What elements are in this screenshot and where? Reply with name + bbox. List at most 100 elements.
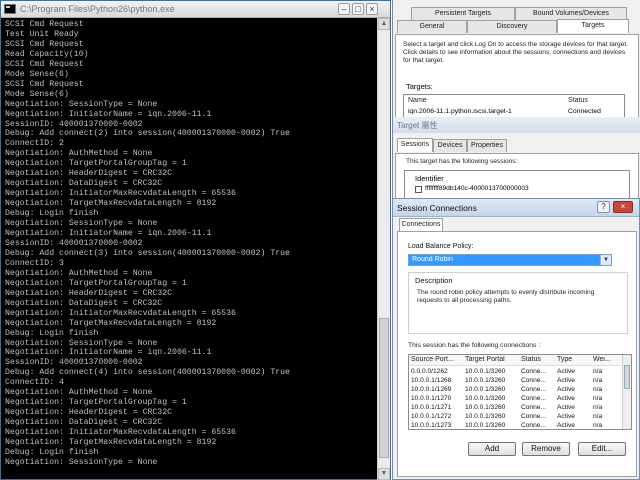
console-title: C:\Program Files\Python26\python.exe: [20, 4, 175, 14]
weight-cell: n/a: [593, 422, 603, 429]
type-cell: Active: [557, 377, 575, 384]
column-type[interactable]: Type: [557, 356, 583, 363]
initiator-properties-window: Persistent Targets Bound Volumes/Devices…: [392, 0, 640, 128]
target-portal-cell: 10.0.0.1/3260: [465, 386, 506, 393]
console-line: Negotiation: InitiatorName = iqn.2006-11…: [5, 229, 212, 239]
close-button[interactable]: ×: [366, 3, 378, 15]
load-balance-select[interactable]: Round Robin ▼: [408, 254, 612, 266]
source-portal-cell: 10.0.0.1/1272: [411, 413, 452, 420]
tab-devices[interactable]: Devices: [433, 139, 467, 152]
minimize-button[interactable]: –: [338, 3, 350, 15]
console-line: Negotiation: DataDigest = CRC32C: [5, 418, 163, 428]
edit-button[interactable]: Edit...: [578, 442, 626, 456]
console-line: Negotiation: InitiatorMaxRecvdataLength …: [5, 428, 236, 438]
source-portal-cell: 10.0.0.1/1273: [411, 422, 452, 429]
console-line: SessionID: 400001370000-0002: [5, 238, 143, 248]
console-line: Negotiation: InitiatorName = iqn.2006-11…: [5, 109, 212, 119]
weight-cell: n/a: [593, 404, 603, 411]
session-titlebar[interactable]: Session Connections ? ×: [393, 199, 639, 217]
weight-cell: n/a: [593, 386, 603, 393]
tab-persistent-targets[interactable]: Persistent Targets: [411, 7, 515, 20]
weight-cell: n/a: [593, 377, 603, 384]
remove-button[interactable]: Remove: [522, 442, 570, 456]
console-line: Negotiation: HeaderDigest = CRC32C: [5, 288, 173, 298]
target-portal-cell: 10.0.0.1/3260: [465, 368, 506, 375]
console-line: SCSI Cmd Request: [5, 59, 84, 69]
table-row[interactable]: 0.0.0.0/1262 10.0.0.1/3260 Conne... Active n…: [409, 367, 623, 376]
weight-cell: n/a: [593, 368, 603, 375]
console-line: SCSI Cmd Request: [5, 39, 84, 49]
tab-discovery[interactable]: Discovery: [467, 20, 557, 33]
target-portal-cell: 10.0.0.1/3260: [465, 404, 506, 411]
console-line: Negotiation: SessionType = None: [5, 338, 158, 348]
source-portal-cell: 10.0.0.1/1268: [411, 377, 452, 384]
column-status[interactable]: Status: [521, 356, 551, 363]
console-line: Debug: Add connect(3) into session(40000…: [5, 248, 290, 258]
load-balance-label: Load Balance Policy:: [408, 243, 474, 250]
tab-properties[interactable]: Properties: [467, 139, 507, 152]
session-connections-window: Session Connections ? × Connections Load…: [392, 198, 640, 480]
table-row[interactable]: 10.0.0.1/1273 10.0.0.1/3260 Conne... Active…: [409, 421, 623, 429]
target-name[interactable]: iqn.2006-11.1.python.iscsi.target-1: [408, 108, 512, 115]
add-button[interactable]: Add: [468, 442, 516, 456]
console-line: Negotiation: AuthMethod = None: [5, 388, 153, 398]
target-properties-titlebar[interactable]: Target 屬性: [393, 117, 640, 133]
status-cell: Conne...: [521, 422, 546, 429]
column-weight[interactable]: Wei...: [593, 356, 621, 363]
connections-table[interactable]: Source Port... Target Portal Status Type…: [408, 354, 632, 430]
tab-sessions[interactable]: Sessions: [397, 138, 433, 152]
scroll-thumb[interactable]: [379, 318, 389, 458]
column-status[interactable]: Status: [568, 97, 588, 104]
identifier-value[interactable]: ffffffff89db140c-4000013700000003: [425, 185, 529, 192]
session-checkbox[interactable]: [415, 186, 422, 193]
tab-connections[interactable]: Connections: [399, 218, 443, 232]
console-line: Debug: Add connect(2) into session(40000…: [5, 129, 290, 139]
maximize-button[interactable]: □: [352, 3, 364, 15]
console-line: Negotiation: HeaderDigest = CRC32C: [5, 169, 173, 179]
console-line: Negotiation: AuthMethod = None: [5, 149, 153, 159]
help-button[interactable]: ?: [597, 201, 610, 213]
target-portal-cell: 10.0.0.1/3260: [465, 395, 506, 402]
console-line: Negotiation: AuthMethod = None: [5, 268, 153, 278]
chevron-down-icon[interactable]: ▼: [600, 255, 611, 265]
scroll-thumb[interactable]: [624, 365, 630, 389]
sessions-text: This target has the following sessions:: [406, 158, 518, 165]
console-line: Mode Sense(6): [5, 89, 69, 99]
console-line: Mode Sense(6): [5, 69, 69, 79]
console-line: Debug: Login finish: [5, 447, 99, 457]
console-line: Negotiation: InitiatorName = iqn.2006-11…: [5, 348, 212, 358]
scroll-up-icon[interactable]: ▲: [378, 18, 390, 30]
column-source-portal[interactable]: Source Port...: [411, 356, 461, 363]
console-line: Negotiation: DataDigest = CRC32C: [5, 179, 163, 189]
session-close-button[interactable]: ×: [613, 201, 633, 213]
status-cell: Conne...: [521, 413, 546, 420]
targets-label: Targets:: [406, 82, 433, 91]
identifier-header[interactable]: Identifier: [415, 174, 444, 183]
console-line: Negotiation: SessionType = None: [5, 219, 158, 229]
column-name[interactable]: Name: [408, 97, 427, 104]
column-target-portal[interactable]: Target Portal: [465, 356, 517, 363]
target-portal-cell: 10.0.0.1/3260: [465, 377, 506, 384]
connections-header: Source Port... Target Portal Status Type…: [409, 355, 623, 366]
console-output: SCSI Cmd Request Test Unit Ready SCSI Cmd …: [5, 20, 377, 476]
table-row[interactable]: 10.0.0.1/1268 10.0.0.1/3260 Conne... Active…: [409, 376, 623, 385]
type-cell: Active: [557, 368, 575, 375]
load-balance-value: Round Robin: [412, 256, 453, 263]
console-titlebar[interactable]: C:\Program Files\Python26\python.exe – □…: [1, 1, 390, 18]
table-row[interactable]: 10.0.0.1/1272 10.0.0.1/3260 Conne... Active…: [409, 412, 623, 421]
source-portal-cell: 10.0.0.1/1271: [411, 404, 452, 411]
table-row[interactable]: 10.0.0.1/1270 10.0.0.1/3260 Conne... Active…: [409, 394, 623, 403]
tab-general[interactable]: General: [397, 20, 467, 33]
tab-targets[interactable]: Targets: [557, 19, 629, 33]
targets-instructions: Select a target and click Log On to acce…: [403, 41, 629, 64]
console-line: Negotiation: TargetPortalGroupTag = 1: [5, 278, 187, 288]
table-row[interactable]: 10.0.0.1/1271 10.0.0.1/3260 Conne... Active…: [409, 403, 623, 412]
console-scrollbar[interactable]: ▲ ▼: [377, 18, 390, 480]
scroll-down-icon[interactable]: ▼: [378, 468, 390, 480]
table-row[interactable]: 10.0.0.1/1269 10.0.0.1/3260 Conne... Active…: [409, 385, 623, 394]
status-cell: Conne...: [521, 377, 546, 384]
session-title: Session Connections: [397, 203, 477, 213]
console-line: Debug: Login finish: [5, 209, 99, 219]
status-cell: Conne...: [521, 404, 546, 411]
connections-scrollbar[interactable]: [622, 355, 631, 429]
